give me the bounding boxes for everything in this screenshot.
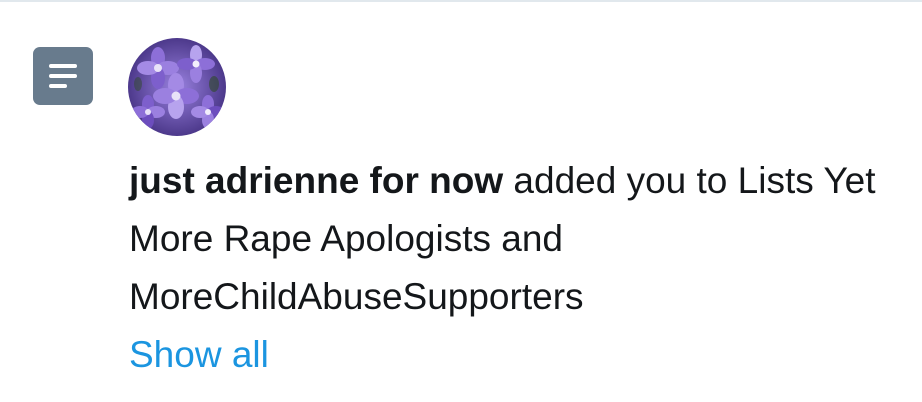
purple-flowers-avatar-icon	[128, 38, 226, 136]
notification-message: just adrienne for now added you to Lists…	[129, 152, 889, 326]
avatar[interactable]	[128, 38, 226, 136]
notification-item[interactable]: just adrienne for now added you to Lists…	[0, 0, 922, 402]
show-all-link[interactable]: Show all	[129, 326, 269, 384]
actor-name[interactable]: just adrienne for now	[129, 160, 503, 201]
list-icon	[33, 47, 93, 105]
